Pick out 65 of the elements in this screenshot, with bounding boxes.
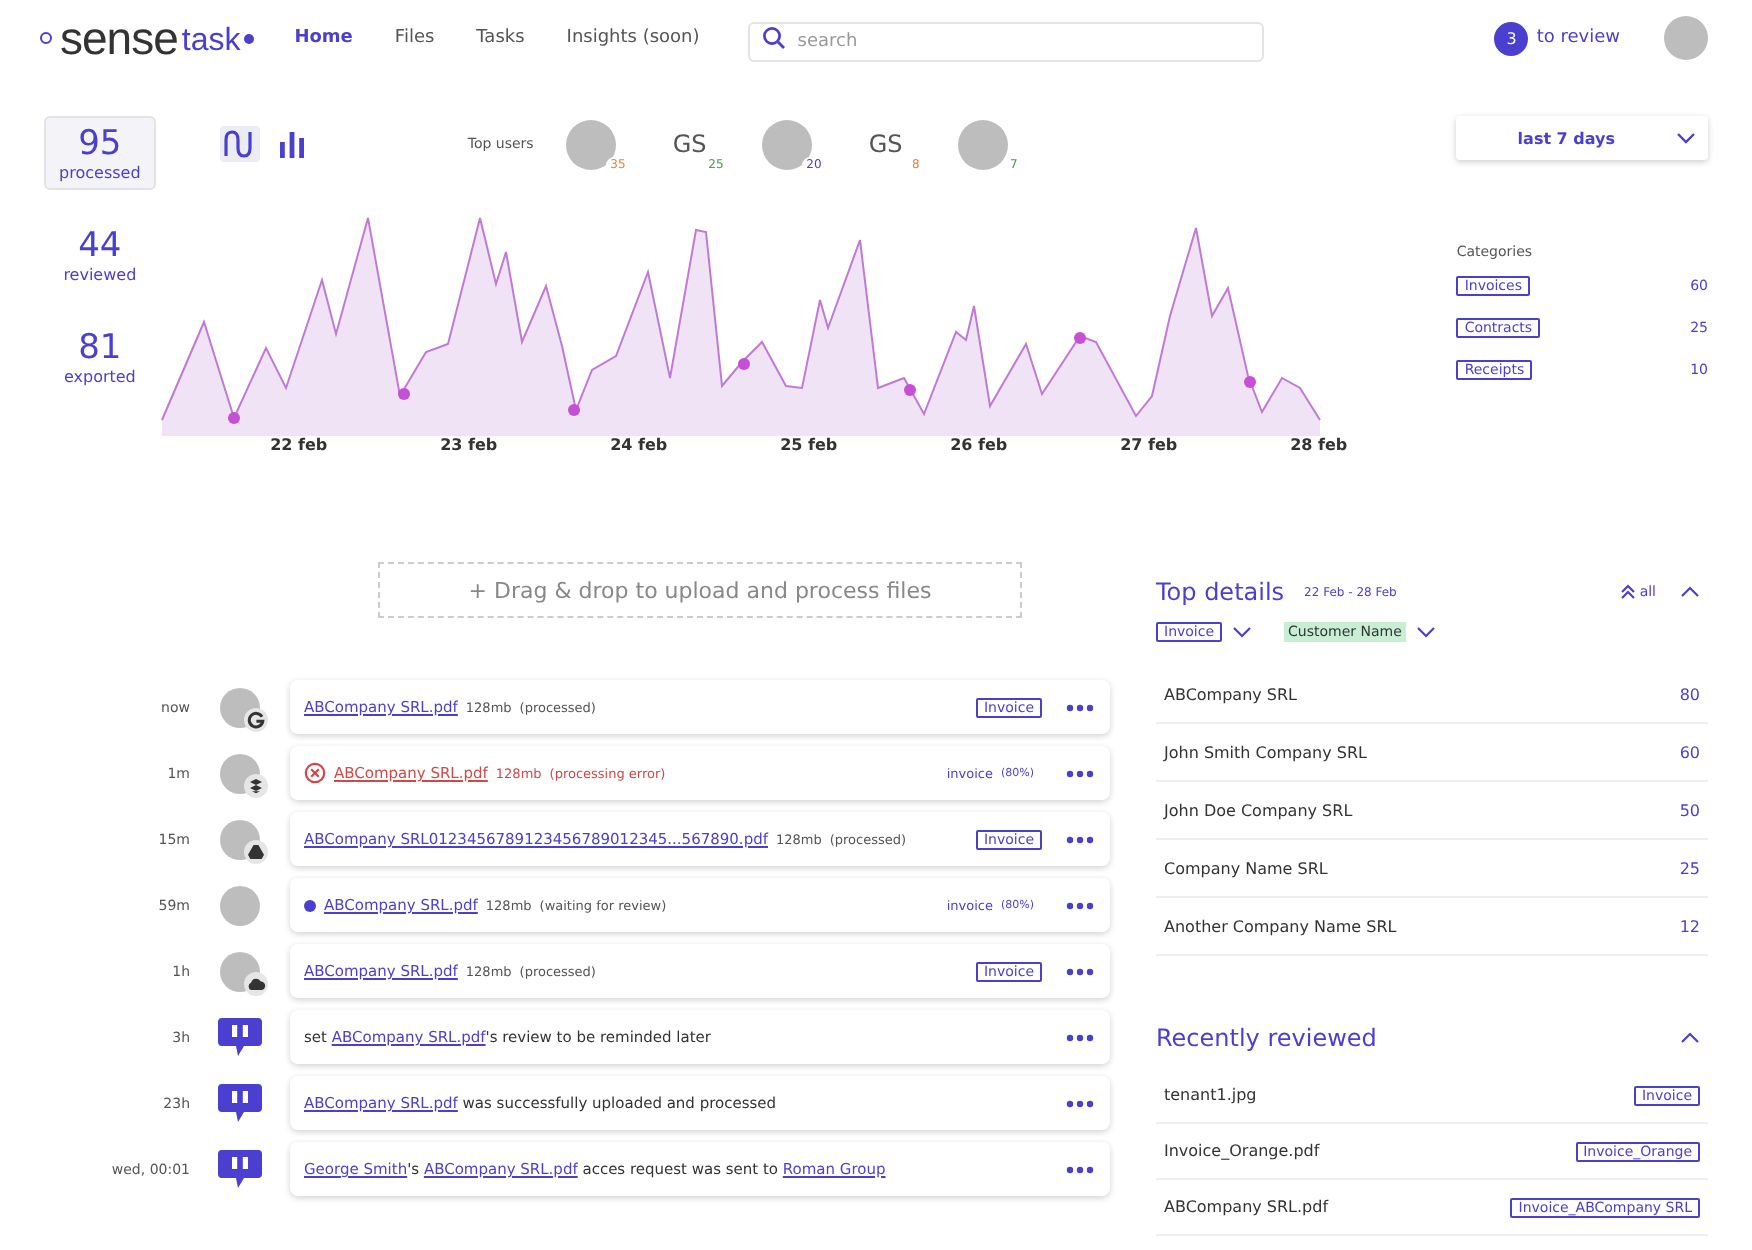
chevron-down-icon[interactable] <box>1415 626 1436 638</box>
more-options-button[interactable] <box>1062 1161 1098 1177</box>
more-options-button[interactable] <box>1062 831 1098 847</box>
chevron-down-icon <box>1676 132 1696 144</box>
logo-word: task <box>181 26 241 58</box>
company-count: 60 <box>1679 743 1700 761</box>
more-options-button[interactable] <box>1062 699 1098 715</box>
stat-value: 81 <box>78 328 122 368</box>
date-label: 23 feb <box>438 436 500 454</box>
chevron-down-icon[interactable] <box>1232 626 1253 638</box>
review-link[interactable]: to review <box>1536 28 1620 48</box>
user-initials[interactable]: GS <box>672 130 707 158</box>
stat-tile[interactable]: 81 exported <box>44 320 156 394</box>
dot-icon <box>244 33 255 43</box>
nav-link[interactable]: Tasks <box>476 28 525 48</box>
review-count-badge[interactable]: 3 <box>1494 21 1529 55</box>
company-count: 12 <box>1679 917 1700 935</box>
upload-dropzone[interactable]: + Drag & drop to upload and process files <box>378 562 1022 618</box>
nav-link[interactable]: Home <box>294 28 353 48</box>
company-name: ABCompany SRL <box>1164 685 1298 703</box>
nav-link[interactable]: Files <box>394 28 435 48</box>
nav-link[interactable]: Insights (soon) <box>566 28 700 48</box>
logo-word: sense <box>60 15 178 61</box>
chat-icon <box>216 1015 264 1059</box>
company-count: 25 <box>1679 859 1700 877</box>
stat-value: 95 <box>78 124 122 164</box>
chat-icon <box>216 1147 264 1191</box>
line-chart-button[interactable] <box>219 126 260 162</box>
company-name: Company Name SRL <box>1164 859 1328 877</box>
more-options-button[interactable] <box>1062 963 1098 979</box>
more-options-button[interactable] <box>1062 1029 1098 1045</box>
search-field[interactable]: search <box>747 21 1264 61</box>
chevron-up-icon[interactable] <box>1680 586 1700 598</box>
file-name[interactable]: ABCompany SRL.pdf <box>1164 1198 1329 1216</box>
more-options-button[interactable] <box>1062 1095 1098 1111</box>
more-options-button[interactable] <box>1062 897 1098 913</box>
company-name: Another Company Name SRL <box>1164 917 1397 935</box>
date-label: 28 feb <box>1288 436 1350 454</box>
company-count: 50 <box>1679 801 1700 819</box>
date-label: 24 feb <box>608 436 670 454</box>
company-name: John Smith Company SRL <box>1164 743 1367 761</box>
logo[interactable]: sensetask <box>40 15 255 61</box>
chat-icon <box>216 1081 264 1125</box>
chevron-up-icon[interactable] <box>1680 1032 1700 1044</box>
date-label: 26 feb <box>948 436 1010 454</box>
period-dropdown[interactable]: last 7 days <box>1456 116 1708 160</box>
stat-value: 44 <box>78 226 122 266</box>
user-initials[interactable]: GS <box>868 130 903 158</box>
stat-label: reviewed <box>63 266 137 284</box>
date-label: 25 feb <box>778 436 840 454</box>
stat-tile[interactable]: 44 reviewed <box>44 218 156 292</box>
stat-tile[interactable]: 95 processed <box>44 116 156 190</box>
section-title: Recently reviewed <box>1156 1024 1377 1052</box>
user-avatar <box>220 885 260 925</box>
company-name: John Doe Company SRL <box>1164 801 1353 819</box>
more-options-button[interactable] <box>1062 765 1098 781</box>
section-title: Top details <box>1156 578 1285 606</box>
file-name[interactable]: Invoice_Orange.pdf <box>1164 1142 1320 1160</box>
ring-icon <box>40 32 52 44</box>
file-name[interactable]: tenant1.jpg <box>1164 1086 1257 1104</box>
stat-label: processed <box>59 164 141 182</box>
stat-label: exported <box>63 368 136 386</box>
date-label: 22 feb <box>268 436 330 454</box>
date-label: 27 feb <box>1118 436 1180 454</box>
company-count: 80 <box>1679 685 1700 703</box>
